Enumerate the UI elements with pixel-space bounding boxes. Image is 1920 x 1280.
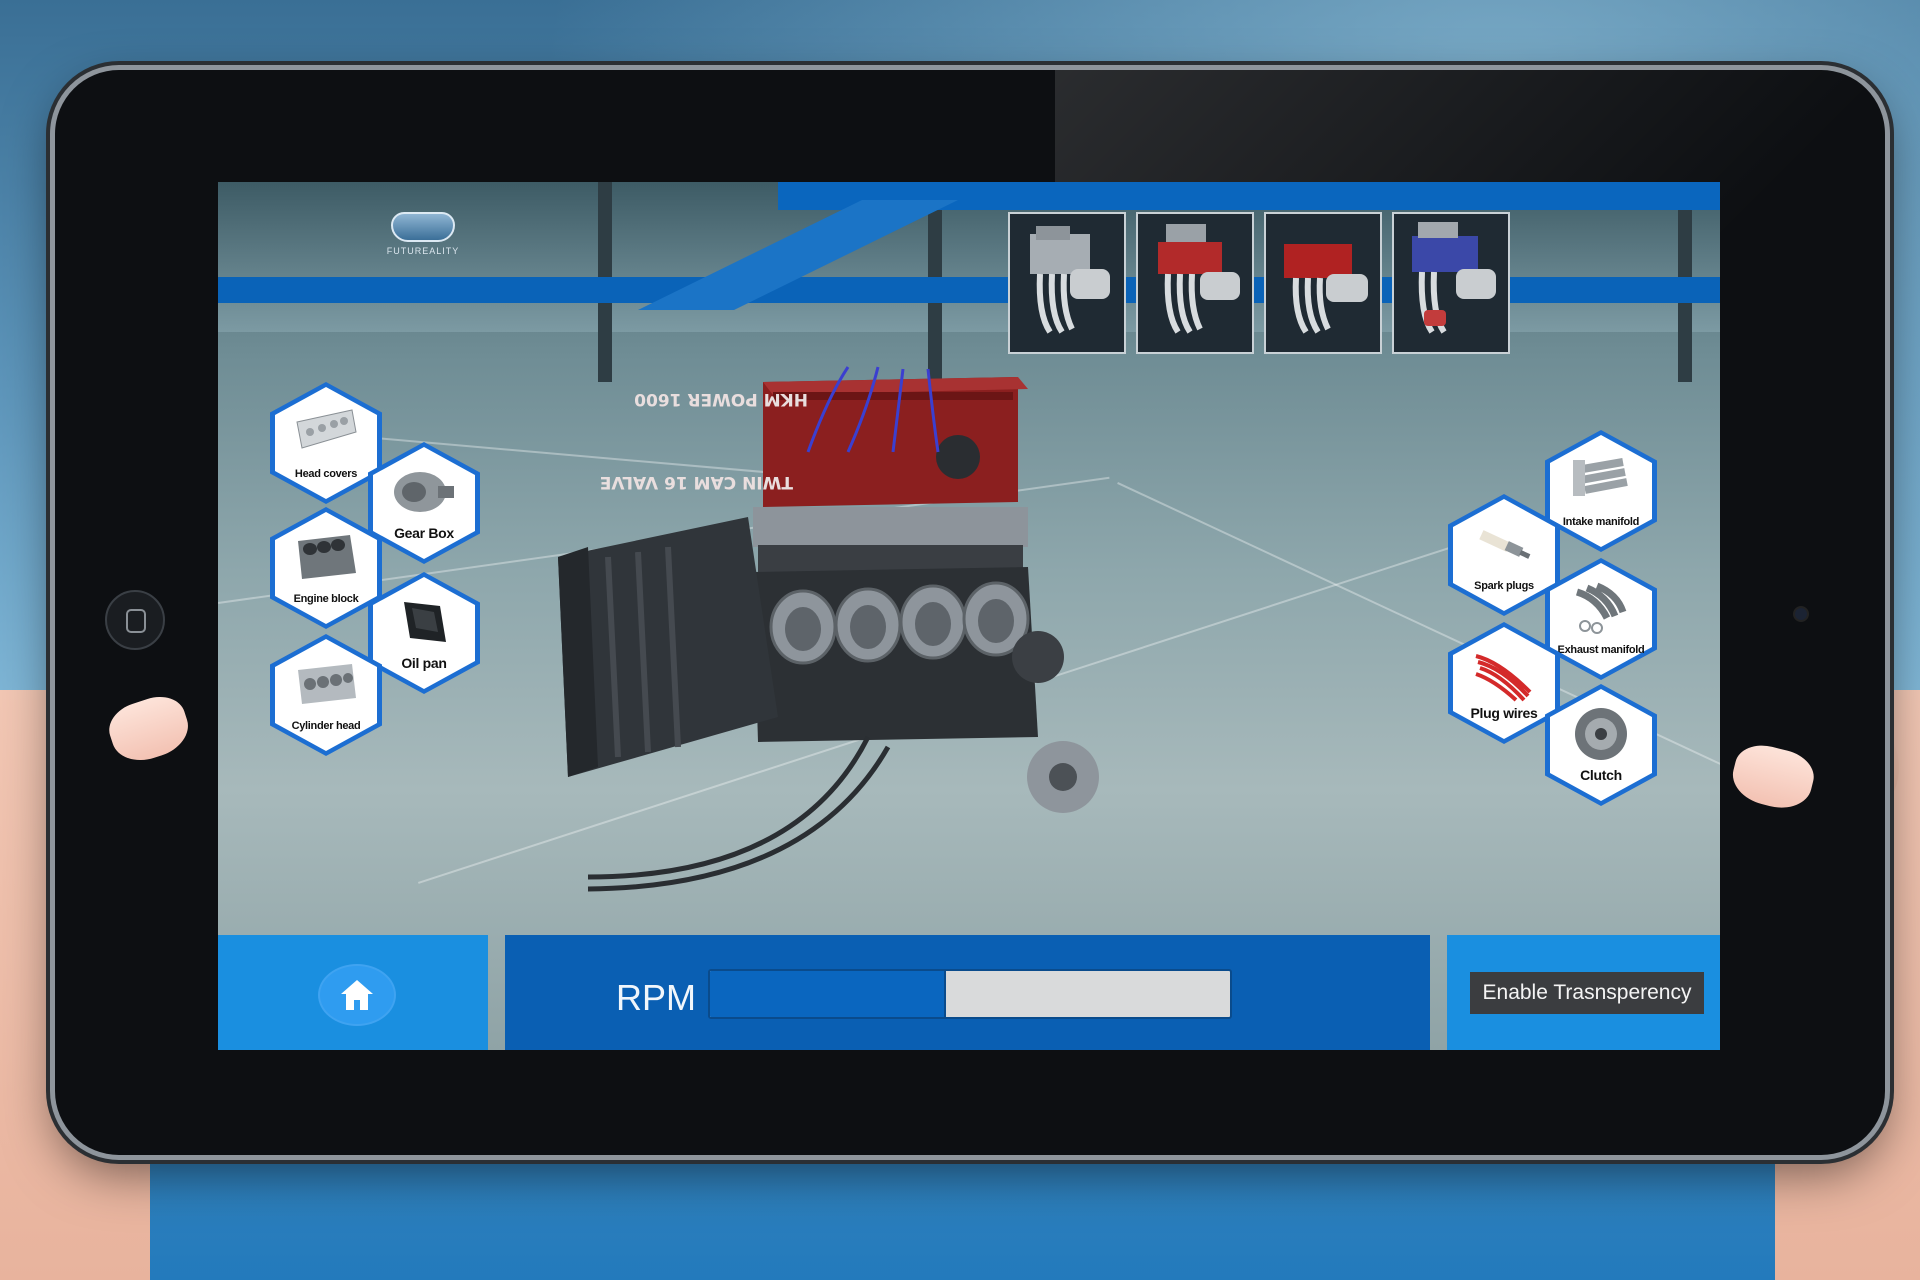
part-plug-wires-button[interactable]: Plug wires [1448,622,1560,744]
part-label: Exhaust manifold [1557,644,1645,656]
part-label: Clutch [1580,767,1622,783]
rpm-slider-fill [710,971,946,1017]
home-button[interactable] [318,964,396,1026]
cover-top-text: HKM POWER 1600 [634,389,808,409]
part-spark-plugs-button[interactable]: Spark plugs [1448,494,1560,616]
part-engine-block-button[interactable]: Engine block [270,507,382,629]
intake-manifold-icon [1573,458,1628,496]
part-oil-pan-button[interactable]: Oil pan [368,572,480,694]
part-label: Engine block [293,593,359,605]
hardware-home-button[interactable] [105,590,165,650]
front-camera [1795,608,1807,620]
engine-thumbnail-icon [1030,226,1110,334]
part-label: Intake manifold [1562,516,1640,528]
engine-block-icon [298,535,356,579]
gear-box-icon [394,472,454,512]
oil-pan-icon [404,602,446,642]
home-icon [341,980,373,1010]
part-label: Plug wires [1470,705,1538,721]
part-label: Spark plugs [1474,580,1534,592]
vr-headset-icon [391,212,455,242]
engine-thumbnail-icon [1412,222,1496,334]
clutch-icon [1575,708,1627,760]
thumbnail-engine-red[interactable] [1136,212,1254,354]
part-label: Head covers [294,468,358,480]
part-label: Oil pan [401,655,447,671]
part-cylinder-head-button[interactable]: Cylinder head [270,634,382,756]
part-clutch-button[interactable]: Clutch [1545,684,1657,806]
engine-thumbnail-icon [1284,244,1368,334]
engine-3d-model[interactable]: HKM POWER 1600 TWIN CAM 16 VALVE [548,357,1208,917]
app-screen: FUTUREALITY HKM POWER 1600 TWIN CAM 16 V… [218,182,1720,1050]
part-label: Cylinder head [291,720,361,732]
part-label: Gear Box [394,525,454,541]
app-logo: FUTUREALITY [378,212,468,272]
part-intake-manifold-button[interactable]: Intake manifold [1545,430,1657,552]
engine-thumbnail-icon [1158,224,1240,334]
spark-plug-icon [1479,530,1531,559]
enable-transparency-button[interactable]: Enable Trasnsperency [1470,972,1704,1014]
part-head-covers-button[interactable]: Head covers [270,382,382,504]
cylinder-head-icon [298,664,356,704]
part-exhaust-manifold-button[interactable]: Exhaust manifold [1545,558,1657,680]
exhaust-manifold-icon [1575,582,1627,634]
part-gear-box-button[interactable]: Gear Box [368,442,480,564]
rpm-label: RPM [616,977,696,1018]
rpm-slider[interactable] [708,969,1232,1019]
cover-bottom-text: TWIN CAM 16 VALVE [600,472,793,492]
thumbnail-engine-red-2[interactable] [1264,212,1382,354]
plug-wires-icon [1475,654,1532,702]
thumbnail-engine-silver[interactable] [1008,212,1126,354]
head-cover-icon [296,409,357,449]
logo-text: FUTUREALITY [386,246,460,256]
thumbnail-engine-blue[interactable] [1392,212,1510,354]
